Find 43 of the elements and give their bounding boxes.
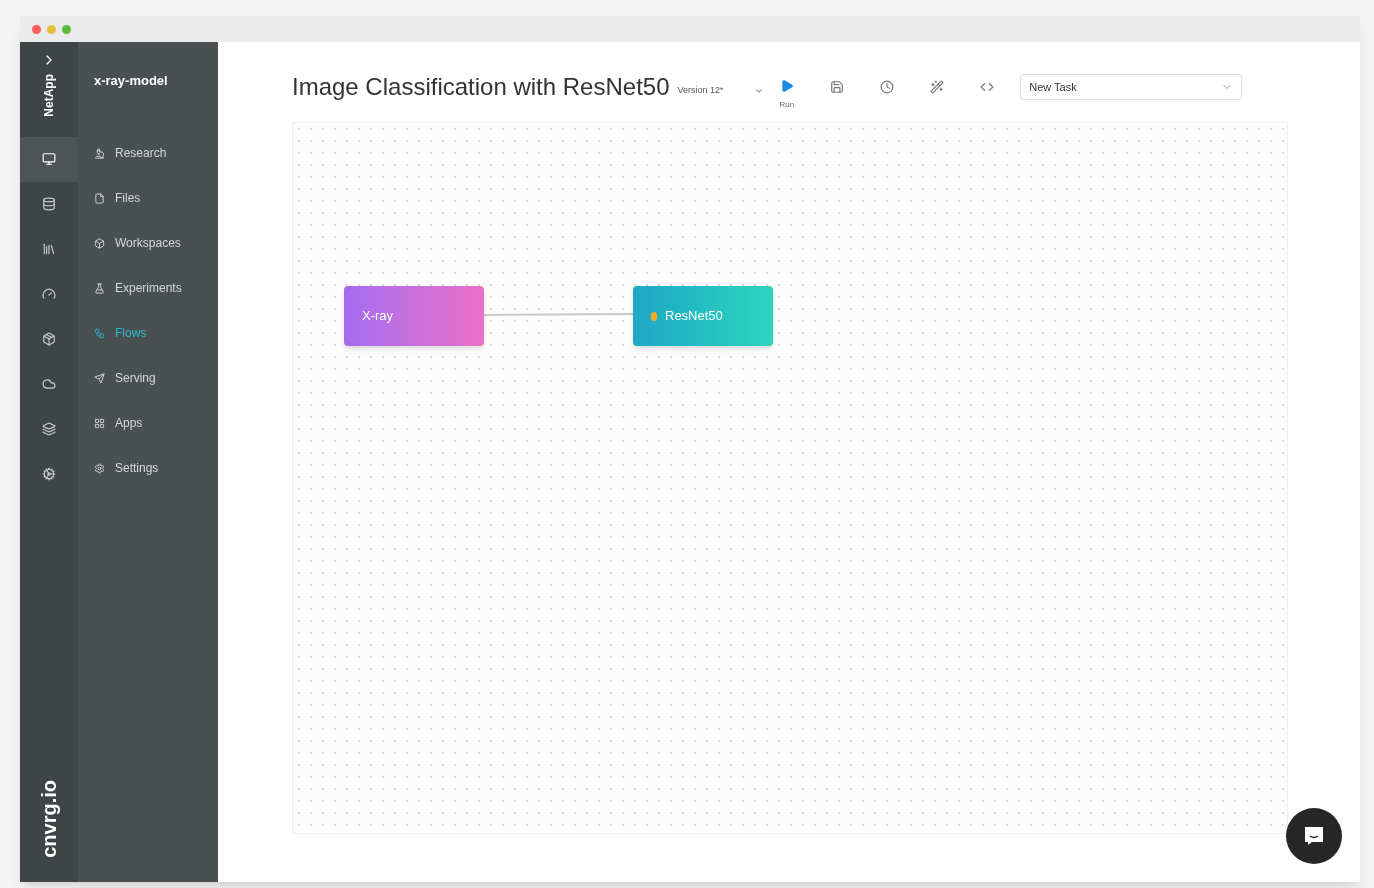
nav-icon [42,422,56,437]
sidebar-item[interactable]: Serving [94,355,218,401]
magic-wand-icon[interactable] [930,80,945,94]
sidebar-item-icon [94,192,105,204]
nav-icon [42,377,56,392]
play-icon [779,79,794,93]
version-caret-icon[interactable] [753,86,764,96]
sidebar-item[interactable]: Files [94,175,218,221]
maximize-window-icon[interactable] [62,24,71,34]
sidebar-item[interactable]: Experiments [94,265,218,311]
version-label: Version 12* [677,84,724,98]
sidebar-item-icon [94,327,105,339]
code-icon[interactable] [980,80,995,94]
sidebar-item-icon [94,417,105,429]
clock-icon[interactable] [880,80,895,94]
close-window-icon[interactable] [32,24,41,34]
nav-icon [42,467,56,482]
nav-icon [42,152,56,167]
sidebar-item-icon [94,282,105,294]
sidebar-item[interactable]: Research [94,130,218,176]
save-icon[interactable] [830,80,845,94]
nav-icon [42,332,56,347]
org-name: NetApp [41,74,57,117]
task-select[interactable]: New Task [1020,74,1243,100]
sidebar-item[interactable]: Settings [94,445,218,491]
sidebar-item[interactable]: Apps [94,400,218,446]
sidebar-item[interactable]: Flows [94,310,218,356]
sidebar-item-icon [94,462,105,474]
nav-icon [42,197,56,212]
nav-icon [42,287,56,302]
sidebar-item-icon [94,372,105,384]
chat-button[interactable] [1286,808,1342,864]
nav-icon [42,242,56,257]
run-button[interactable]: Run [779,79,795,111]
project-name: x-ray-model [94,72,169,90]
sidebar-item[interactable]: Workspaces [94,220,218,266]
flow-title: Image Classification with ResNet50 [292,72,670,102]
flow-node[interactable]: X-ray [344,286,484,346]
nav-rail-item[interactable] [20,136,78,182]
cnvrg-logo: cnvrg.io [37,780,61,858]
sidebar-item-icon [94,147,105,159]
chat-icon [1302,824,1326,848]
sidebar-item-icon [94,237,105,249]
